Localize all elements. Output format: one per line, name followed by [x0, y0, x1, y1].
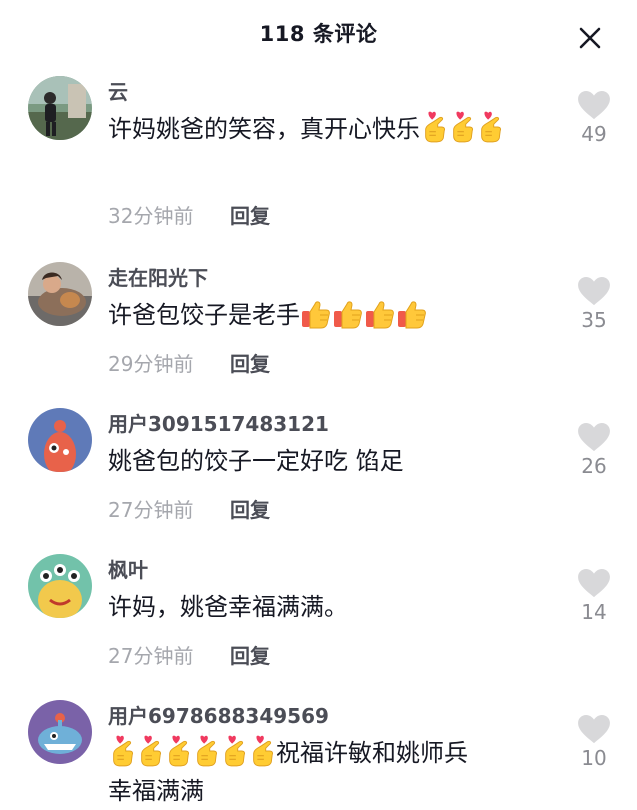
reply-button[interactable]: 回复	[230, 348, 270, 377]
like-button[interactable]: 49	[572, 90, 616, 162]
comment-text-content: 祝福许敏和姚师兵	[276, 739, 468, 767]
thumbs-up-emoji-icon	[333, 299, 363, 329]
comment-text-content: 许爸包饺子是老手	[108, 301, 300, 329]
like-button[interactable]: 14	[572, 568, 616, 640]
reply-button[interactable]: 回复	[230, 200, 270, 229]
reply-button[interactable]: 回复	[230, 640, 270, 669]
comment-timestamp: 29分钟前	[108, 352, 194, 376]
finger-heart-emoji-icon	[109, 735, 135, 767]
like-count: 49	[581, 122, 607, 146]
finger-heart-emoji-icon	[193, 735, 219, 767]
finger-heart-emoji-icon	[449, 111, 475, 143]
comment-text: 许妈姚爸的笑容，真开心快乐	[108, 110, 548, 148]
like-button[interactable]: 26	[572, 422, 616, 494]
like-count: 10	[581, 746, 607, 770]
comment-username[interactable]: 用户3091517483121	[108, 408, 329, 437]
like-count: 35	[581, 308, 607, 332]
heart-icon	[577, 714, 611, 744]
finger-heart-emoji-icon	[221, 735, 247, 767]
avatar[interactable]	[28, 408, 92, 472]
finger-heart-emoji-icon	[477, 111, 503, 143]
thumbs-up-emoji-icon	[301, 299, 331, 329]
close-icon	[579, 27, 601, 49]
finger-heart-emoji-icon	[165, 735, 191, 767]
heart-icon	[577, 90, 611, 120]
comment-text: 许妈，姚爸幸福满满。	[108, 593, 348, 621]
comment-text-line2: 幸福满满	[108, 777, 204, 805]
like-button[interactable]: 10	[572, 714, 616, 786]
comment-username[interactable]: 走在阳光下	[108, 262, 208, 291]
heart-icon	[577, 276, 611, 306]
comment-text: 许爸包饺子是老手	[108, 296, 548, 334]
comment-timestamp: 32分钟前	[108, 204, 194, 228]
comment-text: 祝福许敏和姚师兵幸福满满	[108, 734, 548, 810]
avatar[interactable]	[28, 554, 92, 618]
comment-timestamp: 27分钟前	[108, 498, 194, 522]
comments-count-title: 118 条评论	[259, 22, 378, 46]
avatar[interactable]	[28, 262, 92, 326]
thumbs-up-emoji-icon	[397, 299, 427, 329]
comment-username[interactable]: 用户6978688349569	[108, 700, 329, 729]
comment-username[interactable]: 云	[108, 76, 128, 105]
heart-icon	[577, 568, 611, 598]
heart-icon	[577, 422, 611, 452]
finger-heart-emoji-icon	[137, 735, 163, 767]
like-button[interactable]: 35	[572, 276, 616, 348]
avatar[interactable]	[28, 76, 92, 140]
avatar[interactable]	[28, 700, 92, 764]
finger-heart-emoji-icon	[249, 735, 275, 767]
comments-header: 118 条评论	[0, 0, 637, 68]
close-button[interactable]	[574, 22, 606, 54]
comment-text: 姚爸包的饺子一定好吃 馅足	[108, 447, 404, 475]
comment-timestamp: 27分钟前	[108, 644, 194, 668]
comment-text-content: 许妈姚爸的笑容，真开心快乐	[108, 115, 420, 143]
like-count: 26	[581, 454, 607, 478]
thumbs-up-emoji-icon	[365, 299, 395, 329]
reply-button[interactable]: 回复	[230, 494, 270, 523]
like-count: 14	[581, 600, 607, 624]
finger-heart-emoji-icon	[421, 111, 447, 143]
comment-username[interactable]: 枫叶	[108, 554, 148, 583]
